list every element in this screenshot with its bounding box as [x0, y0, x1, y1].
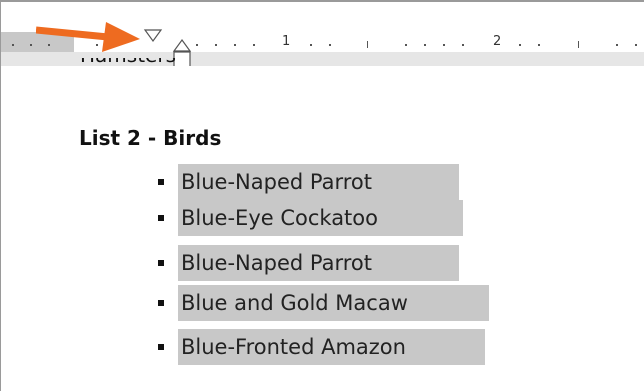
ruler-tick [215, 44, 217, 46]
list-item-text[interactable]: Blue-Eye Cockatoo [178, 200, 463, 236]
word-document-window: 1 2 Hamsters List 2 - Birds Blue-Naped P… [0, 0, 644, 391]
orange-arrow-icon [36, 22, 140, 52]
ruler-tick [443, 44, 445, 46]
list-item[interactable]: Blue-Eye Cockatoo [158, 200, 463, 236]
ruler-tick [196, 44, 198, 46]
bullet-icon [158, 215, 164, 221]
list-item[interactable]: Blue and Gold Macaw [158, 285, 489, 321]
list-item[interactable]: Blue-Fronted Amazon [158, 329, 485, 365]
partial-text-line: Hamsters [80, 58, 176, 72]
ruler-number-2: 2 [493, 34, 502, 49]
ruler-tick-major [367, 41, 368, 48]
ruler-tick [12, 44, 14, 46]
list-item[interactable]: Blue-Naped Parrot [158, 245, 459, 281]
ruler-tick [329, 44, 331, 46]
ruler-tick [310, 44, 312, 46]
ruler-tick [253, 44, 255, 46]
ruler-tick [405, 44, 407, 46]
first-line-indent-marker-icon[interactable] [143, 28, 163, 44]
ruler-tick [635, 44, 637, 46]
ruler-tick [616, 44, 618, 46]
ruler-tick [519, 44, 521, 46]
ruler-tick [30, 44, 32, 46]
ruler-tick [234, 44, 236, 46]
bullet-icon [158, 344, 164, 350]
list-heading: List 2 - Birds [79, 126, 222, 150]
bullet-icon [158, 260, 164, 266]
ruler-tick [538, 44, 540, 46]
ruler-tick-major [578, 41, 579, 48]
list-item-text[interactable]: Blue-Fronted Amazon [178, 329, 485, 365]
list-item-text[interactable]: Blue-Naped Parrot [178, 245, 459, 281]
ruler-number-1: 1 [282, 34, 291, 49]
bullet-icon [158, 179, 164, 185]
list-item-text[interactable]: Blue-Naped Parrot [178, 164, 459, 200]
list-item-text[interactable]: Blue and Gold Macaw [178, 285, 489, 321]
list-item[interactable]: Blue-Naped Parrot [158, 164, 459, 200]
bullet-icon [158, 300, 164, 306]
ruler-tick [462, 44, 464, 46]
ruler-tick [424, 44, 426, 46]
